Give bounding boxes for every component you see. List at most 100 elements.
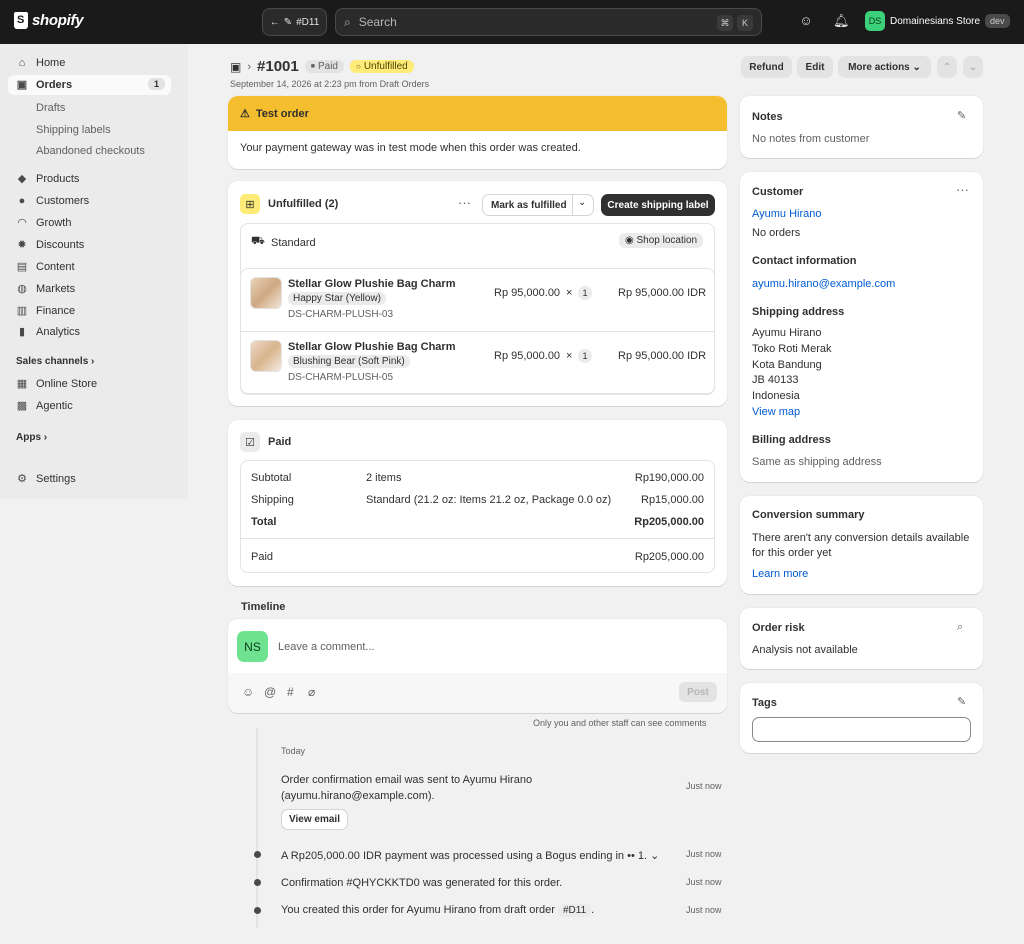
- payment-title: Paid: [268, 436, 292, 448]
- comment-toolbar: [228, 673, 727, 713]
- create-shipping-label-button[interactable]: Create shipping label: [601, 194, 715, 216]
- more-actions-button[interactable]: More actions ⌄: [838, 56, 931, 78]
- billing-address-title: Billing address: [752, 434, 831, 446]
- line-total: Rp 95,000.00 IDR: [618, 350, 707, 362]
- address-line: Indonesia: [752, 390, 800, 402]
- billing-address-body: Same as shipping address: [752, 456, 882, 468]
- view-map-link[interactable]: View map: [752, 406, 800, 418]
- timeline-event-text: Order confirmation email was sent to Ayu…: [281, 774, 533, 802]
- sidebar: ⌂ Home ▣ Orders 1 Drafts Shipping labels Ab…: [0, 44, 188, 499]
- paid-label: Paid: [251, 551, 274, 563]
- sidebar-item-customers[interactable]: ● Customers: [8, 191, 171, 211]
- sales-channels-heading[interactable]: Sales channels ›: [16, 356, 94, 367]
- order-header: ▣ › #1001 ■ Paid ○ Unfulfilled September 1…: [230, 58, 429, 89]
- staff-note: Only you and other staff can see comment…: [533, 718, 707, 728]
- times-sign: ×: [566, 350, 573, 362]
- view-email-button[interactable]: View email: [281, 809, 348, 830]
- chevron-down-icon[interactable]: ⌄: [578, 197, 586, 208]
- truck-icon: ⛟: [251, 235, 265, 247]
- sidebar-item-content[interactable]: ▤ Content: [8, 257, 171, 277]
- store-menu[interactable]: DS Domainesians Store dev: [865, 11, 1010, 31]
- sidebar-subitem-abandoned-checkouts[interactable]: Abandoned checkouts: [36, 145, 145, 157]
- product-sku: DS-CHARM-PLUSH-05: [288, 372, 394, 383]
- product-name[interactable]: Stellar Glow Plushie Bag Charm: [288, 278, 456, 290]
- customer-email-link[interactable]: ayumu.hirano@example.com: [752, 278, 895, 290]
- notes-title: Notes: [752, 111, 783, 123]
- previous-order-button[interactable]: ⌃: [937, 56, 957, 78]
- sidebar-subitem-shipping-labels[interactable]: Shipping labels: [36, 124, 111, 136]
- payment-summary-box: Subtotal 2 items Rp190,000.00 Shipping S…: [240, 460, 715, 573]
- orders-icon: ▣: [16, 79, 28, 91]
- sidebar-item-home[interactable]: ⌂ Home: [8, 53, 171, 73]
- address-line: Ayumu Hirano: [752, 327, 822, 339]
- refund-button[interactable]: Refund: [741, 56, 792, 78]
- comment-input[interactable]: Leave a comment...: [278, 641, 375, 653]
- emoji-icon[interactable]: ☺: [242, 685, 254, 699]
- sidebar-item-agentic[interactable]: ▩ Agentic: [8, 396, 171, 416]
- times-sign: ×: [566, 287, 573, 299]
- timeline-event-time: Just now: [686, 877, 722, 887]
- gear-icon: ⚙: [17, 473, 27, 485]
- timeline-dot: [254, 907, 261, 914]
- more-options-icon[interactable]: ···: [458, 195, 471, 210]
- customer-name-link[interactable]: Ayumu Hirano: [752, 208, 822, 220]
- paid-status-badge: ■ Paid: [304, 60, 344, 73]
- learn-more-link[interactable]: Learn more: [752, 568, 808, 580]
- search-placeholder: Search: [358, 15, 397, 29]
- sidebar-item-markets[interactable]: ◍ Markets: [8, 279, 171, 299]
- sidebar-item-analytics[interactable]: ▮ Analytics: [8, 322, 171, 342]
- back-to-draft-button[interactable]: ← ✎ #D11: [262, 8, 327, 36]
- test-order-message: Your payment gateway was in test mode wh…: [240, 142, 581, 154]
- subtotal-detail: 2 items: [366, 472, 402, 484]
- order-risk-body: Analysis not available: [752, 644, 858, 656]
- customer-card: Customer ··· Ayumu Hirano No orders Cont…: [740, 172, 983, 482]
- attachment-icon[interactable]: ⌀: [308, 685, 315, 699]
- fulfillment-status-badge: ○ Unfulfilled: [349, 60, 414, 73]
- divider: [241, 538, 714, 539]
- sidebar-item-products[interactable]: ◆ Products: [8, 169, 171, 189]
- next-order-button[interactable]: ⌄: [963, 56, 983, 78]
- customer-title: Customer: [752, 186, 804, 198]
- paid-amount: Rp205,000.00: [634, 551, 704, 563]
- conversion-summary-card: Conversion summary There aren't any conv…: [740, 496, 983, 594]
- shopify-bag-icon: [14, 12, 28, 29]
- sidebar-subitem-drafts[interactable]: Drafts: [36, 102, 65, 114]
- pencil-icon[interactable]: ✎: [957, 695, 966, 708]
- sidebar-item-online-store[interactable]: ▦ Online Store: [8, 374, 171, 394]
- edit-button[interactable]: Edit: [797, 56, 833, 78]
- timeline-event-text[interactable]: A Rp205,000.00 IDR payment was processed…: [281, 849, 659, 862]
- risk-report-icon[interactable]: ⌕: [957, 621, 963, 634]
- shopify-logo[interactable]: shopify: [14, 12, 84, 29]
- conversion-body: There aren't any conversion details avai…: [752, 532, 970, 559]
- apps-heading[interactable]: Apps ›: [16, 432, 47, 443]
- sidekick-icon[interactable]: ☺: [798, 13, 814, 29]
- total-label: Total: [251, 516, 277, 528]
- tags-card: Tags ✎: [740, 683, 983, 753]
- quantity-badge: 1: [578, 286, 592, 300]
- sidebar-item-finance[interactable]: ▥ Finance: [8, 301, 171, 321]
- tags-title: Tags: [752, 697, 777, 709]
- sidebar-item-settings[interactable]: ⚙ Settings: [8, 469, 171, 489]
- bell-icon[interactable]: 🔔︎: [833, 13, 850, 29]
- draft-icon: ✎: [283, 16, 293, 28]
- product-name[interactable]: Stellar Glow Plushie Bag Charm: [288, 341, 456, 353]
- unfulfilled-icon: ⊞: [240, 194, 260, 214]
- chevron-down-icon: ⌄: [968, 61, 978, 73]
- search-bar[interactable]: ⌕ Search ⌘ K: [335, 8, 762, 36]
- shipping-amount: Rp15,000.00: [641, 494, 704, 506]
- more-options-icon[interactable]: ···: [956, 182, 969, 197]
- mention-icon[interactable]: @: [264, 685, 276, 699]
- draft-order-chip[interactable]: #D11: [557, 904, 592, 917]
- pin-icon: ◉: [625, 235, 634, 246]
- order-risk-title: Order risk: [752, 622, 805, 634]
- post-button[interactable]: Post: [679, 682, 717, 702]
- sidebar-item-discounts[interactable]: ✹ Discounts: [8, 235, 171, 255]
- hashtag-icon[interactable]: #: [287, 685, 294, 699]
- pencil-icon[interactable]: ✎: [957, 109, 966, 122]
- sidebar-item-growth[interactable]: ◠ Growth: [8, 213, 171, 233]
- tags-input[interactable]: [752, 717, 971, 742]
- sidebar-item-orders[interactable]: ▣ Orders 1: [8, 75, 171, 95]
- timeline-event-text: You created this order for Ayumu Hirano …: [281, 904, 595, 917]
- discount-icon: ✹: [17, 239, 27, 251]
- address-line: Kota Bandung: [752, 359, 822, 371]
